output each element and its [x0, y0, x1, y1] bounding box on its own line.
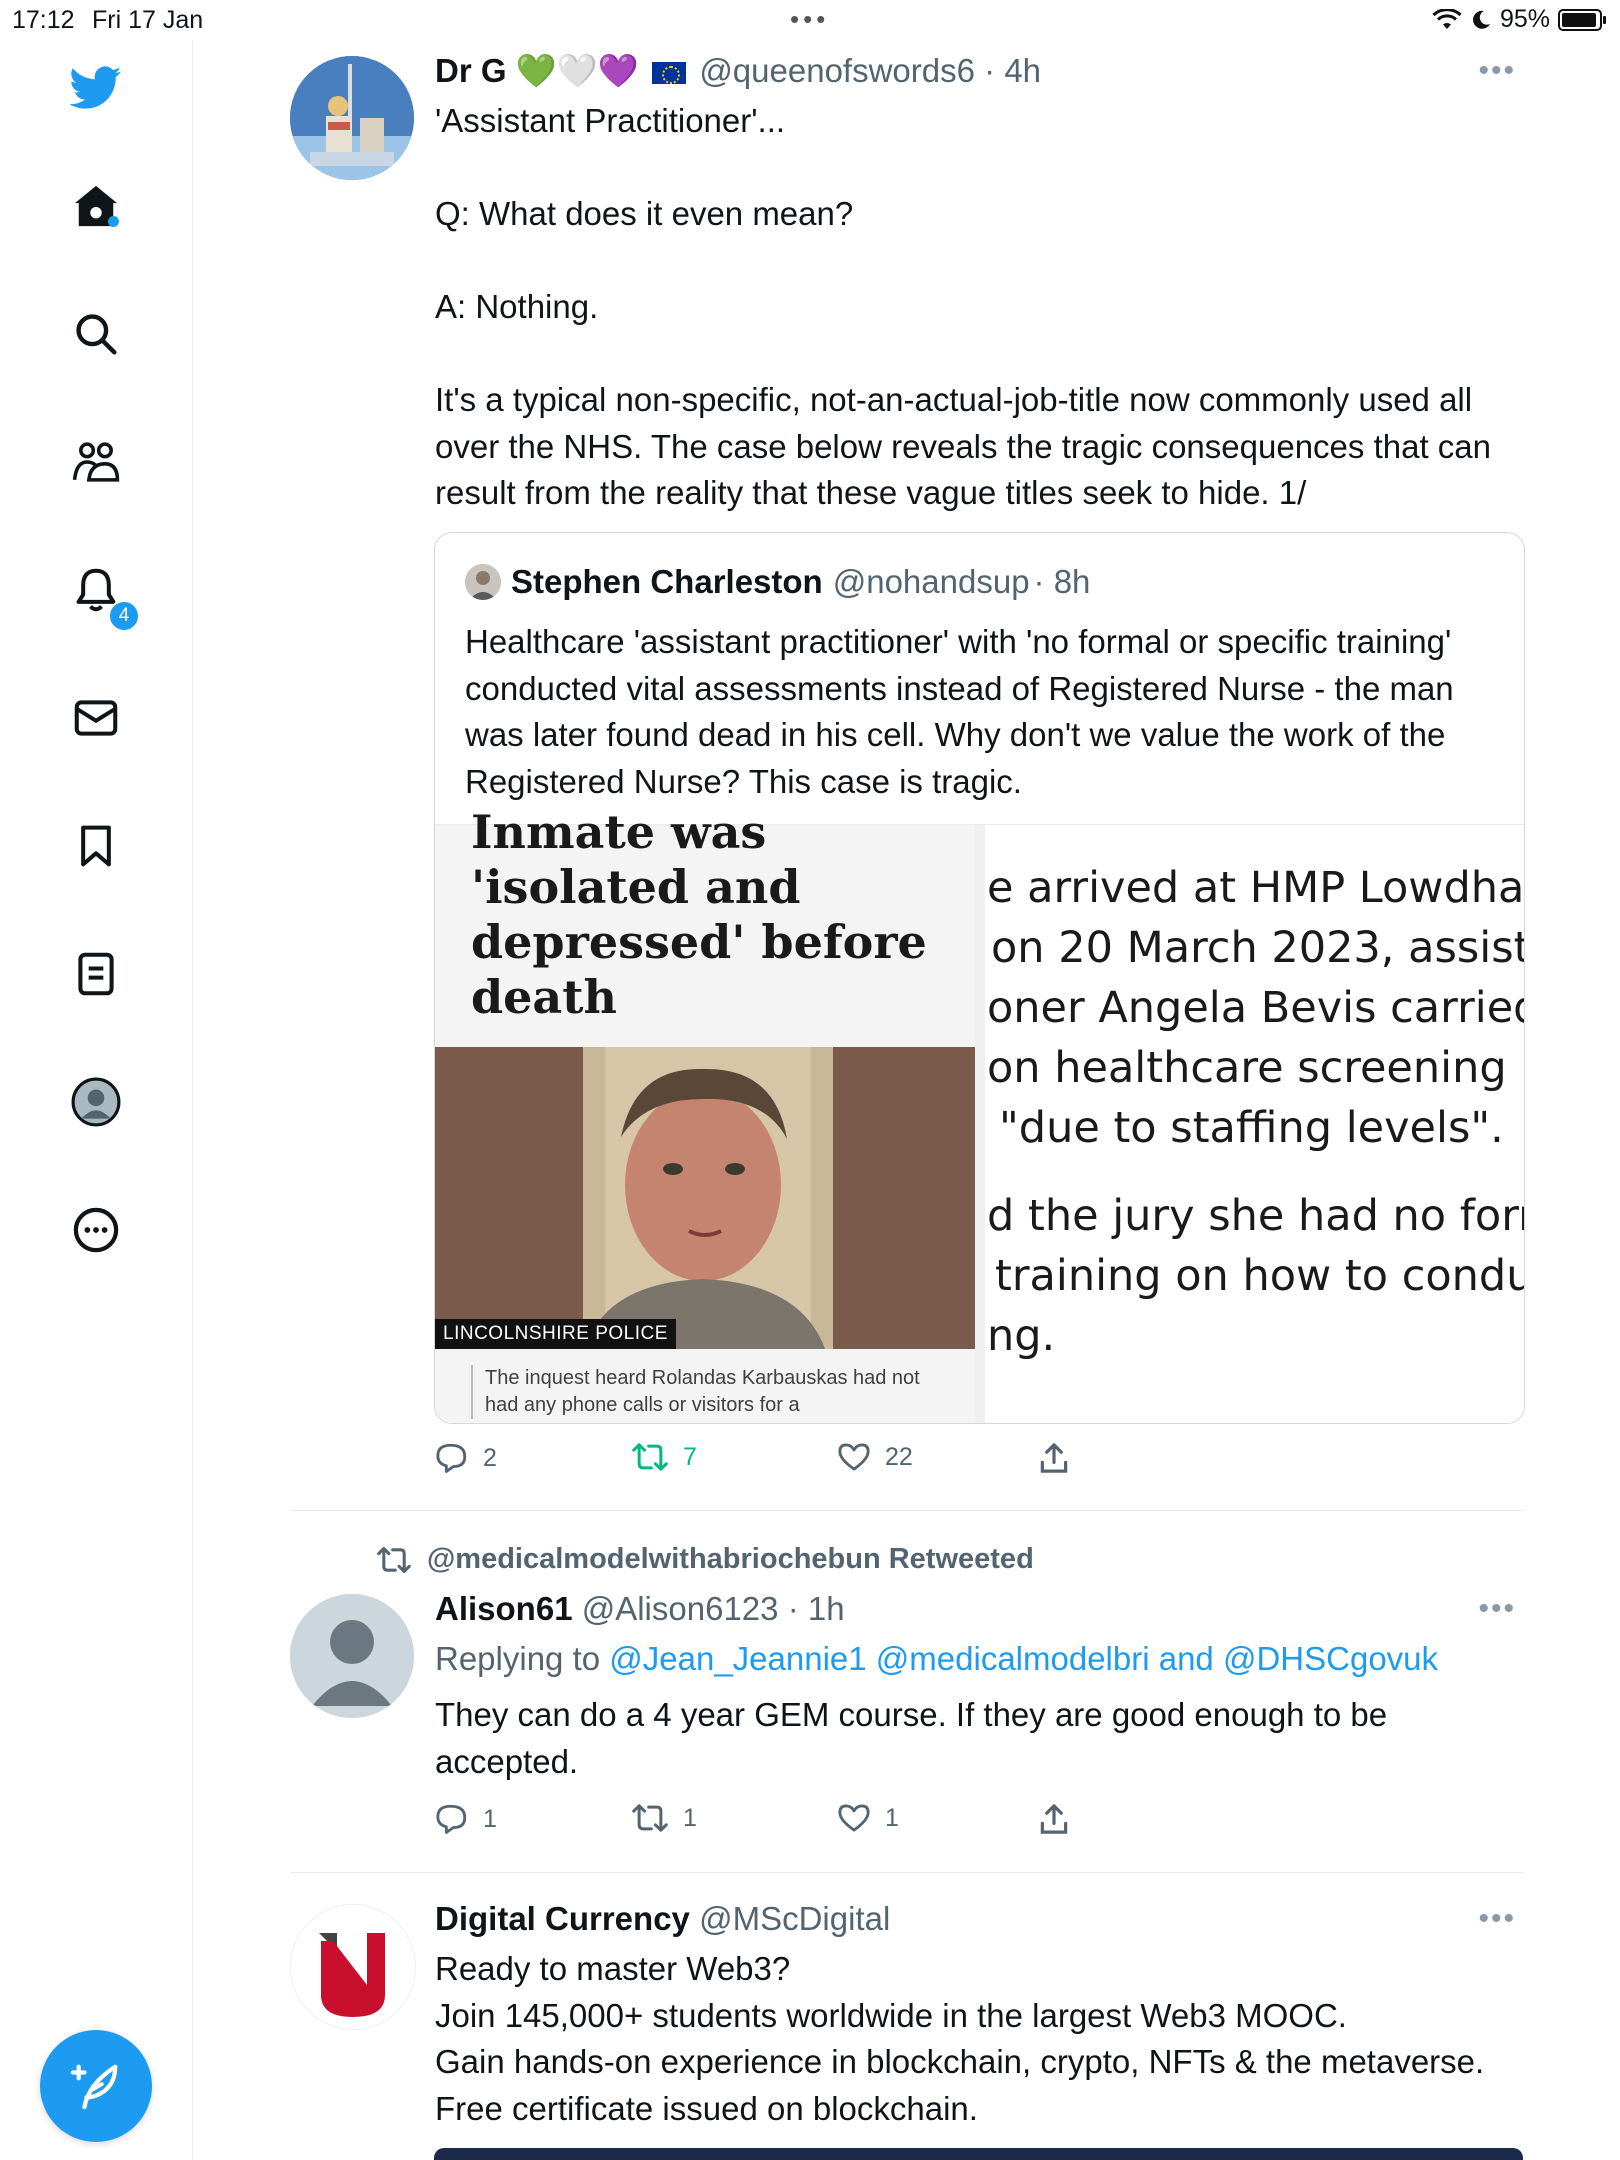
profile-avatar-icon[interactable]: [70, 1076, 122, 1128]
share-button[interactable]: [1039, 1442, 1069, 1474]
battery-icon: [1558, 8, 1606, 31]
search-icon[interactable]: [70, 308, 122, 360]
default-avatar[interactable]: [290, 1594, 414, 1718]
retweeted-by-text: @medicalmodelwithabriochebun Retweeted: [427, 1543, 1034, 1575]
article-screenshot-image[interactable]: Inmate was 'isolated and depressed' befo…: [435, 805, 1525, 1423]
share-icon: [1040, 1804, 1068, 1834]
divider: [290, 1872, 1524, 1873]
brand-logo-icon: [291, 1905, 415, 2029]
quoted-author-handle: @nohandsup: [832, 563, 1030, 600]
bookmarks-icon[interactable]: [70, 820, 122, 872]
status-bar: 17:12 Fri 17 Jan ••• 95%: [0, 0, 1620, 40]
quoted-tweet-time: · 8h: [1033, 563, 1091, 600]
replying-to: Replying to @Jean_Jeannie1 @medicalmodel…: [435, 1640, 1438, 1678]
reply-button[interactable]: 2: [435, 1442, 497, 1474]
author-handle[interactable]: @queenofswords6: [699, 52, 975, 89]
like-count: 22: [885, 1442, 913, 1471]
author-name[interactable]: Dr G: [435, 52, 507, 89]
like-count: 1: [885, 1803, 899, 1832]
lists-icon[interactable]: [70, 948, 122, 1000]
sidebar: 4: [0, 40, 193, 2160]
status-date: Fri 17 Jan: [92, 6, 204, 34]
author-name[interactable]: Alison61: [435, 1590, 573, 1627]
mugshot-photo: LINCOLNSHIRE POLICE: [435, 1047, 975, 1349]
avatar[interactable]: [290, 1904, 416, 2030]
replying-to-prefix: Replying to: [435, 1640, 610, 1677]
article-line: on 20 March 2023, assistar: [991, 923, 1525, 973]
compose-feather-icon: [70, 2064, 118, 2110]
share-icon: [1040, 1443, 1068, 1473]
do-not-disturb-moon-icon: [1473, 10, 1490, 29]
messages-envelope-icon[interactable]: [70, 692, 122, 744]
reply-button[interactable]: 1: [435, 1803, 497, 1835]
replying-to-handles[interactable]: @Jean_Jeannie1 @medicalmodelbri and @DHS…: [609, 1640, 1438, 1677]
notifications-badge: 4: [108, 600, 140, 632]
queen-of-swords-avatar-image: [290, 56, 414, 180]
tweet-text: Ready to master Web3? Join 145,000+ stud…: [435, 1950, 1485, 2127]
purple-heart-icon: 💜: [597, 52, 639, 89]
eu-flag-icon: [652, 62, 687, 85]
communities-icon[interactable]: [70, 436, 122, 488]
author-name[interactable]: Digital Currency: [435, 1900, 690, 1937]
divider: [290, 1510, 1524, 1511]
like-button[interactable]: 22: [837, 1442, 913, 1472]
retweet-count: 1: [683, 1803, 697, 1832]
quoted-author-avatar: [465, 564, 501, 600]
green-heart-icon: 💚: [515, 52, 557, 89]
retweet-icon: [632, 1804, 668, 1832]
more-icon[interactable]: •••: [1478, 54, 1516, 88]
twitter-logo-icon[interactable]: [70, 62, 122, 114]
article-line: on healthcare screening ins: [987, 1043, 1525, 1093]
retweet-icon: [632, 1443, 668, 1471]
tweet-time[interactable]: · 1h: [788, 1590, 845, 1627]
article-headline: Inmate was 'isolated and depressed' befo…: [471, 805, 927, 1024]
share-button[interactable]: [1039, 1803, 1069, 1835]
retweet-button[interactable]: 7: [631, 1442, 697, 1472]
tweet-text: They can do a 4 year GEM course. If they…: [435, 1696, 1397, 1780]
retweet-count: 7: [683, 1442, 697, 1471]
photo-credit: LINCOLNSHIRE POLICE: [435, 1319, 676, 1349]
compose-tweet-button[interactable]: [40, 2030, 152, 2142]
status-time: 17:12: [12, 6, 75, 34]
battery-percent: 95%: [1499, 5, 1550, 33]
article-line: d the jury she had no forma: [987, 1191, 1524, 1241]
home-unread-dot: [108, 216, 119, 227]
reply-icon: [436, 1804, 467, 1834]
article-body: e arrived at HMP Lowdham on 20 March 202…: [975, 825, 1525, 1423]
like-heart-icon: [838, 1443, 870, 1471]
reply-count: 1: [483, 1804, 497, 1833]
retweeted-by-line[interactable]: @medicalmodelwithabriochebun Retweeted: [375, 1543, 1034, 1576]
multitasking-dots-icon[interactable]: •••: [790, 4, 829, 35]
article-line: ng.: [987, 1311, 1056, 1361]
reply-icon: [436, 1443, 467, 1473]
tweet-actions: 1 1 1: [435, 1803, 1095, 1843]
quoted-tweet[interactable]: Stephen Charleston @nohandsup · 8h Healt…: [434, 532, 1525, 1424]
quoted-tweet-text: Healthcare 'assistant practitioner' with…: [465, 623, 1454, 800]
author-handle[interactable]: @MScDigital: [699, 1900, 890, 1937]
more-icon[interactable]: •••: [1478, 1592, 1516, 1626]
more-icon[interactable]: •••: [1478, 1902, 1516, 1936]
photo-caption: The inquest heard Rolandas Karbauskas ha…: [471, 1365, 935, 1419]
reply-count: 2: [483, 1443, 497, 1472]
tweet-text: 'Assistant Practitioner'... Q: What does…: [435, 102, 1491, 511]
tweet-time[interactable]: · 4h: [984, 52, 1041, 89]
author-handle[interactable]: @Alison6123: [582, 1590, 779, 1627]
wifi-icon: [1432, 8, 1462, 29]
promoted-media-preview[interactable]: [434, 2148, 1523, 2160]
more-options-icon[interactable]: [70, 1204, 122, 1256]
article-line: e arrived at HMP Lowdham: [987, 863, 1525, 913]
retweet-button[interactable]: 1: [631, 1803, 697, 1833]
quoted-author-name: Stephen Charleston: [511, 563, 823, 600]
avatar[interactable]: [290, 56, 414, 180]
white-heart-icon: 🤍: [556, 52, 598, 89]
article-line: "due to staffing levels".: [999, 1103, 1504, 1153]
like-button[interactable]: 1: [837, 1803, 899, 1833]
tweet-actions: 2 7 22: [435, 1442, 1095, 1482]
article-line: oner Angela Bevis carried o: [987, 983, 1525, 1033]
article-line: training on how to conduct: [995, 1251, 1525, 1301]
retweet-indicator-icon: [377, 1546, 411, 1573]
like-heart-icon: [838, 1804, 870, 1832]
tweet[interactable]: Digital Currency @MScDigital ••• Ready t…: [290, 1900, 1524, 2160]
